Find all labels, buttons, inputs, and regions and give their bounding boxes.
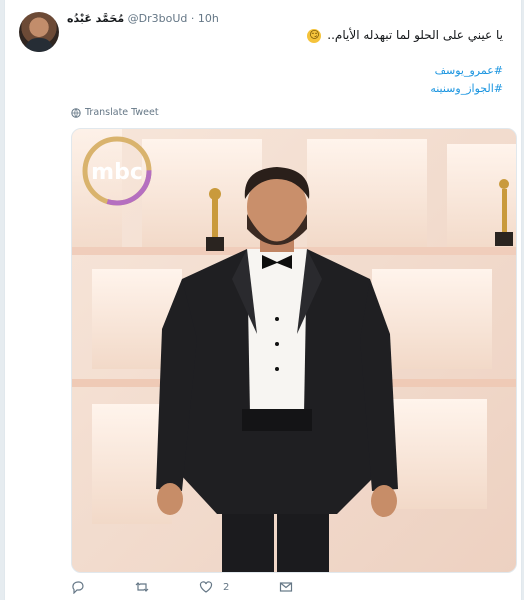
translate-label[interactable]: Translate Tweet xyxy=(85,107,159,118)
globe-icon xyxy=(71,107,81,118)
like-count: 2 xyxy=(223,581,230,593)
timestamp[interactable]: 10h xyxy=(198,12,219,25)
heart-icon xyxy=(199,581,213,593)
avatar[interactable] xyxy=(19,12,59,52)
envelope-icon xyxy=(280,582,293,592)
photo-man-in-tuxedo: mbc xyxy=(72,129,516,572)
tweet-text-body: يا عيني على الحلو لما تبهدله الأيام.. xyxy=(327,28,503,42)
retweet-button[interactable] xyxy=(135,580,149,594)
mbc-logo-text: mbc xyxy=(91,160,143,185)
hashtag-elgawaz-w-seneeno[interactable]: #الجواز_وسنينه xyxy=(430,82,503,95)
reply-button[interactable] xyxy=(71,580,85,594)
reply-icon xyxy=(72,581,84,594)
smirk-emoji-icon: 😏 xyxy=(307,28,322,43)
tweet-card[interactable]: مُحَمَّد عَبْدُه @Dr3boUd · 10h يا عيني … xyxy=(4,0,522,600)
separator: · xyxy=(190,12,195,25)
direct-message-button[interactable] xyxy=(279,580,293,594)
like-button[interactable]: 2 xyxy=(199,580,229,594)
tweet-photo[interactable]: mbc xyxy=(71,128,517,573)
tweet-actions: 2 xyxy=(71,578,343,596)
handle[interactable]: @Dr3boUd xyxy=(128,12,188,25)
tweet-text: يا عيني على الحلو لما تبهدله الأيام.. 😏 xyxy=(83,28,503,43)
hashtag-amr-youssef[interactable]: #عمرو_يوسف xyxy=(435,64,503,77)
translate-tweet-link[interactable]: Translate Tweet xyxy=(71,107,159,118)
display-name[interactable]: مُحَمَّد عَبْدُه xyxy=(67,12,124,25)
retweet-icon xyxy=(135,582,149,592)
tweet-header: مُحَمَّد عَبْدُه @Dr3boUd · 10h xyxy=(67,12,219,28)
